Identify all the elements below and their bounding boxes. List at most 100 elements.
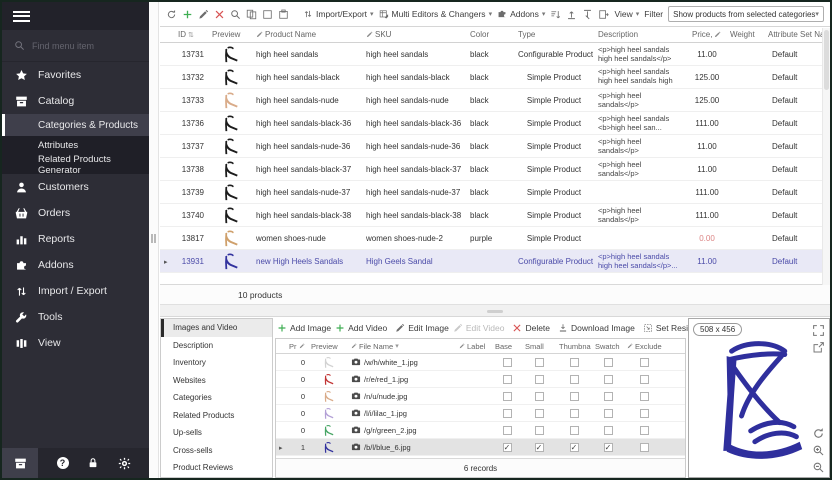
column-header-product-name[interactable]: Product Name — [252, 30, 362, 39]
thumbnail-checkbox[interactable] — [570, 375, 579, 384]
tab-images-and-video[interactable]: Images and Video — [161, 319, 272, 337]
export-grid-button[interactable] — [598, 7, 609, 22]
store-button[interactable] — [2, 448, 38, 478]
column-header-preview[interactable]: Preview — [308, 342, 348, 351]
thumbnail-checkbox[interactable] — [570, 426, 579, 435]
hamburger-menu-icon[interactable] — [13, 8, 30, 24]
delete-product-button[interactable] — [214, 7, 225, 22]
help-button[interactable]: ? — [57, 457, 69, 469]
sidebar-item-attributes[interactable]: Attributes — [2, 136, 149, 155]
column-header-small[interactable]: Small — [522, 342, 556, 351]
base-checkbox[interactable] — [503, 409, 512, 418]
list-item[interactable]: ▸ 1 /b/l/blue_6.jpg ✓ ✓ ✓ ✓ — [276, 439, 685, 456]
tab-cross-sells[interactable]: Cross-sells — [161, 442, 272, 460]
exclude-checkbox[interactable] — [640, 426, 649, 435]
list-item[interactable]: ▸ 0 /g/r/green_2.jpg — [276, 422, 685, 439]
column-header-preview[interactable]: Preview — [208, 30, 252, 39]
sidebar-search[interactable] — [2, 30, 149, 62]
zoom-in-icon[interactable] — [812, 444, 825, 457]
swatch-checkbox[interactable] — [604, 426, 613, 435]
refresh-button[interactable] — [166, 7, 177, 22]
table-row[interactable]: ▸ 13731 high heel sandals high heel sand… — [160, 43, 830, 66]
exclude-checkbox[interactable] — [640, 358, 649, 367]
sidebar-item-related-products-generator[interactable]: Related Products Generator — [2, 155, 149, 174]
small-checkbox[interactable]: ✓ — [535, 443, 544, 452]
swatch-checkbox[interactable] — [604, 392, 613, 401]
zoom-out-icon[interactable] — [812, 461, 825, 474]
column-header-color[interactable]: Color — [466, 30, 514, 39]
column-header-thumbnail[interactable]: Thumbna — [556, 342, 592, 351]
table-row[interactable]: ▸ 13740 high heel sandals-black-38 high … — [160, 204, 830, 227]
delete-image-button[interactable]: Delete — [512, 323, 550, 333]
list-item[interactable]: ▸ 0 /n/u/nude.jpg — [276, 388, 685, 405]
horizontal-splitter[interactable] — [160, 304, 830, 317]
copy-button[interactable] — [246, 7, 257, 22]
select-button[interactable] — [262, 7, 273, 22]
add-video-button[interactable]: Add Video — [335, 323, 387, 333]
gear-icon[interactable] — [118, 457, 131, 470]
list-item[interactable]: ▸ 0 /l/i/lilac_1.jpg — [276, 405, 685, 422]
category-filter-select[interactable]: Show products from selected categories▾ — [668, 6, 824, 22]
column-header-swatch[interactable]: Swatch — [592, 342, 624, 351]
column-header-file-name[interactable]: File Name▾ — [348, 342, 456, 351]
sidebar-item-reports[interactable]: Reports — [2, 226, 149, 252]
list-item[interactable]: ▸ 0 /r/e/red_1.jpg — [276, 371, 685, 388]
sidebar-item-categories-products[interactable]: Categories & Products — [2, 114, 149, 136]
thumbnail-checkbox[interactable] — [570, 392, 579, 401]
paste-button[interactable] — [278, 7, 289, 22]
addons-menu[interactable]: Addons▾ — [497, 9, 545, 19]
sidebar-splitter[interactable] — [149, 2, 159, 478]
small-checkbox[interactable] — [535, 375, 544, 384]
base-checkbox[interactable] — [503, 392, 512, 401]
tab-websites[interactable]: Websites — [161, 372, 272, 390]
thumbnail-checkbox[interactable] — [570, 409, 579, 418]
column-header-id[interactable]: ID⇅ — [174, 30, 208, 39]
table-row[interactable]: ▸ 13738 high heel sandals-black-37 high … — [160, 158, 830, 181]
lock-icon[interactable] — [87, 457, 99, 469]
move-down-button[interactable] — [582, 7, 593, 22]
add-product-button[interactable] — [182, 7, 193, 22]
rotate-icon[interactable] — [812, 427, 825, 440]
column-header-label[interactable]: Label — [456, 342, 492, 351]
table-row[interactable]: ▸ 13931 new High Heels Sandals High Geel… — [160, 250, 830, 273]
exclude-checkbox[interactable] — [640, 443, 649, 452]
import-export-menu[interactable]: Import/Export▾ — [303, 9, 374, 19]
exclude-checkbox[interactable] — [640, 392, 649, 401]
multi-editors-menu[interactable]: Multi Editors & Changers▾ — [379, 9, 493, 19]
thumbnail-checkbox[interactable] — [570, 358, 579, 367]
column-header-sku[interactable]: SKU — [362, 30, 466, 39]
grid-vertical-scrollbar[interactable] — [822, 28, 830, 285]
sidebar-item-view[interactable]: View — [2, 330, 149, 356]
swatch-checkbox[interactable] — [604, 375, 613, 384]
swatch-checkbox[interactable] — [604, 358, 613, 367]
external-link-icon[interactable] — [812, 341, 825, 354]
tab-description[interactable]: Description — [161, 337, 272, 355]
tab-categories[interactable]: Categories — [161, 389, 272, 407]
tab-product-reviews[interactable]: Product Reviews — [161, 459, 272, 477]
sidebar-item-catalog[interactable]: Catalog — [2, 88, 149, 114]
small-checkbox[interactable] — [535, 426, 544, 435]
sidebar-item-addons[interactable]: Addons — [2, 252, 149, 278]
column-header-type[interactable]: Type — [514, 30, 594, 39]
table-row[interactable]: ▸ 13732 high heel sandals-black high hee… — [160, 66, 830, 89]
tab-up-sells[interactable]: Up-sells — [161, 424, 272, 442]
base-checkbox[interactable] — [503, 426, 512, 435]
sidebar-item-favorites[interactable]: Favorites — [2, 62, 149, 88]
move-up-button[interactable] — [566, 7, 577, 22]
exclude-checkbox[interactable] — [640, 375, 649, 384]
base-checkbox[interactable] — [503, 358, 512, 367]
column-header-position[interactable]: Pr — [286, 342, 308, 351]
list-item[interactable]: ▸ 0 /w/h/white_1.jpg — [276, 354, 685, 371]
edit-image-button[interactable]: Edit Image — [395, 323, 449, 333]
small-checkbox[interactable] — [535, 358, 544, 367]
column-header-weight[interactable]: Weight — [726, 30, 764, 39]
column-header-exclude[interactable]: Exclude — [624, 342, 664, 351]
column-header-attribute-set[interactable]: Attribute Set Name — [764, 30, 830, 39]
edit-video-button[interactable]: Edit Video — [453, 323, 505, 333]
sidebar-item-orders[interactable]: Orders — [2, 200, 149, 226]
download-image-button[interactable]: Download Image — [558, 323, 635, 333]
edit-product-button[interactable] — [198, 7, 209, 22]
sort-button[interactable] — [550, 7, 561, 22]
table-row[interactable]: ▸ 13817 women shoes-nude women shoes-nud… — [160, 227, 830, 250]
thumbnail-checkbox[interactable]: ✓ — [570, 443, 579, 452]
